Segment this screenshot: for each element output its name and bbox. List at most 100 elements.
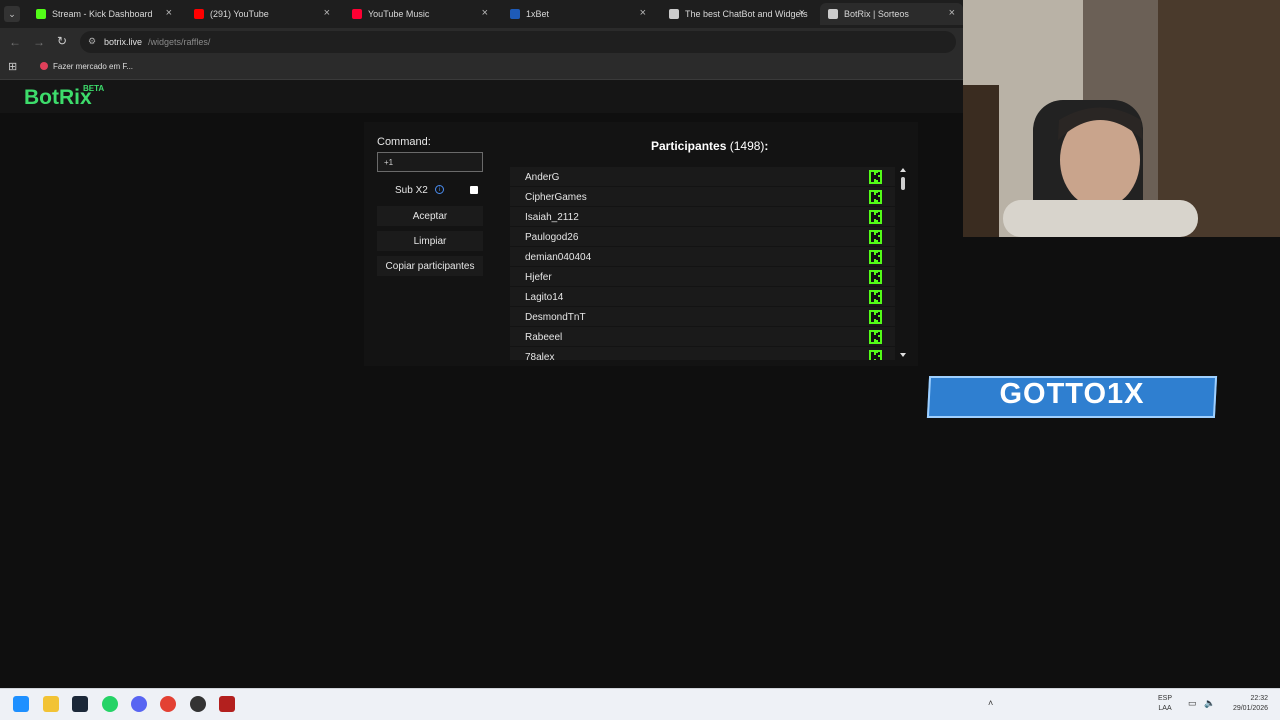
tab-favicon-icon bbox=[510, 9, 520, 19]
forward-icon[interactable]: → bbox=[33, 35, 45, 49]
url-path: /widgets/raffles/ bbox=[148, 37, 211, 47]
tab-title: YouTube Music bbox=[368, 9, 430, 19]
info-icon[interactable]: i bbox=[435, 185, 444, 194]
chrome-icon[interactable] bbox=[160, 696, 176, 712]
participant-name: Lagito14 bbox=[525, 292, 564, 303]
participant-row[interactable]: CipherGames bbox=[510, 187, 895, 207]
tab-favicon-icon bbox=[194, 9, 204, 19]
botrix-logo[interactable]: BotRix bbox=[24, 86, 92, 110]
input-language-line1: ESP bbox=[1158, 695, 1173, 702]
kick-platform-icon bbox=[869, 350, 882, 360]
back-icon[interactable]: ← bbox=[9, 35, 21, 49]
webcam-overlay bbox=[963, 0, 1280, 237]
clock-date: 29/01/2026 bbox=[1232, 705, 1268, 712]
participants-title-label: Participantes bbox=[651, 139, 727, 153]
webcam-image bbox=[963, 0, 1280, 237]
kick-platform-icon bbox=[869, 170, 882, 184]
participant-name: Hjefer bbox=[525, 272, 552, 283]
participant-row[interactable]: DesmondTnT bbox=[510, 307, 895, 327]
participant-row[interactable]: AnderG bbox=[510, 167, 895, 187]
list-scrollbar[interactable] bbox=[898, 167, 908, 360]
participant-name: AnderG bbox=[525, 172, 560, 183]
clear-button[interactable]: Limpiar bbox=[377, 231, 483, 251]
tab-search-button[interactable]: ⌄ bbox=[4, 6, 20, 22]
participant-row[interactable]: Hjefer bbox=[510, 267, 895, 287]
beta-badge: BETA bbox=[83, 84, 105, 93]
participant-row[interactable]: Rabeeel bbox=[510, 327, 895, 347]
browser-tab[interactable]: Stream - Kick Dashboard × bbox=[28, 3, 180, 25]
participant-name: demian040404 bbox=[525, 252, 592, 263]
tab-close-icon[interactable]: × bbox=[482, 7, 488, 19]
dota-icon[interactable] bbox=[219, 696, 235, 712]
input-language-line2: LAA bbox=[1158, 705, 1172, 712]
site-info-icon[interactable]: ⚙ bbox=[88, 36, 96, 47]
participants-colon: : bbox=[764, 139, 769, 153]
kick-platform-icon bbox=[869, 330, 882, 344]
tab-title: The best ChatBot and Widgets bbox=[685, 9, 808, 19]
volume-icon[interactable]: 🔈 bbox=[1204, 698, 1215, 709]
kick-platform-icon bbox=[869, 310, 882, 324]
tab-close-icon[interactable]: × bbox=[640, 7, 646, 19]
bookmark-favicon-icon bbox=[40, 62, 48, 70]
apps-grid-icon[interactable]: ⊞ bbox=[8, 60, 17, 73]
accept-button[interactable]: Aceptar bbox=[377, 206, 483, 226]
discord-icon[interactable] bbox=[131, 696, 147, 712]
url-host: botrix.live bbox=[104, 37, 143, 47]
sub-x2-checkbox[interactable] bbox=[470, 186, 478, 194]
address-bar[interactable] bbox=[80, 31, 956, 53]
tab-close-icon[interactable]: × bbox=[799, 7, 805, 19]
participants-count: (1498) bbox=[729, 139, 765, 153]
whatsapp-icon[interactable] bbox=[102, 696, 118, 712]
participant-name: DesmondTnT bbox=[525, 312, 586, 323]
scroll-down-icon bbox=[900, 353, 906, 357]
clock-time: 22:32 bbox=[1250, 695, 1268, 702]
browser-tab[interactable]: (291) YouTube × bbox=[186, 3, 338, 25]
kick-platform-icon bbox=[869, 250, 882, 264]
copy-participants-button[interactable]: Copiar participantes bbox=[377, 256, 483, 276]
participant-row[interactable]: Isaiah_2112 bbox=[510, 207, 895, 227]
command-input[interactable] bbox=[377, 152, 483, 172]
participant-row[interactable]: Paulogod26 bbox=[510, 227, 895, 247]
network-icon[interactable]: ▭ bbox=[1188, 698, 1197, 709]
windows-start-icon[interactable] bbox=[13, 696, 29, 712]
kick-platform-icon bbox=[869, 270, 882, 284]
browser-tab[interactable]: YouTube Music × bbox=[344, 3, 496, 25]
command-label: Command: bbox=[377, 136, 431, 148]
file-explorer-icon[interactable] bbox=[43, 696, 59, 712]
participants-title: Participantes (1498): bbox=[651, 139, 768, 153]
tab-favicon-icon bbox=[36, 9, 46, 19]
bookmarks-bar bbox=[0, 56, 963, 80]
tab-title: BotRix | Sorteos bbox=[844, 9, 909, 19]
scroll-up-icon bbox=[900, 168, 906, 172]
tray-expand-icon[interactable]: ˄ bbox=[988, 698, 993, 708]
participant-name: 78alex bbox=[525, 352, 555, 360]
participant-name: Paulogod26 bbox=[525, 232, 579, 243]
kick-platform-icon bbox=[869, 210, 882, 224]
kick-platform-icon bbox=[869, 290, 882, 304]
browser-tab[interactable]: The best ChatBot and Widgets × bbox=[661, 3, 813, 25]
tray-icons[interactable] bbox=[1010, 697, 1070, 709]
participant-row[interactable]: Lagito14 bbox=[510, 287, 895, 307]
tab-title: Stream - Kick Dashboard bbox=[52, 9, 153, 19]
tab-favicon-icon bbox=[828, 9, 838, 19]
browser-tab[interactable]: BotRix | Sorteos × bbox=[820, 3, 963, 25]
tab-close-icon[interactable]: × bbox=[324, 7, 330, 19]
participant-row[interactable]: demian040404 bbox=[510, 247, 895, 267]
input-language[interactable]: ESP LAA bbox=[1158, 694, 1172, 714]
clock[interactable]: 22:32 29/01/2026 bbox=[1218, 694, 1268, 714]
participant-name: Rabeeel bbox=[525, 332, 563, 343]
obs-icon[interactable] bbox=[190, 696, 206, 712]
tab-favicon-icon bbox=[669, 9, 679, 19]
steam-icon[interactable] bbox=[72, 696, 88, 712]
sub-x2-label: Sub X2 bbox=[395, 185, 428, 196]
tab-close-icon[interactable]: × bbox=[949, 7, 955, 19]
reload-icon[interactable]: ↻ bbox=[57, 34, 67, 48]
bookmark-item[interactable]: Fazer mercado em F... bbox=[53, 62, 133, 71]
participant-name: Isaiah_2112 bbox=[525, 212, 579, 223]
kick-platform-icon bbox=[869, 230, 882, 244]
participants-list[interactable]: AnderG CipherGames Isaiah_2112 Paulogod26 de… bbox=[510, 167, 908, 360]
tab-favicon-icon bbox=[352, 9, 362, 19]
browser-tab[interactable]: 1xBet × bbox=[502, 3, 654, 25]
participant-row[interactable]: 78alex bbox=[510, 347, 895, 360]
tab-close-icon[interactable]: × bbox=[166, 7, 172, 19]
